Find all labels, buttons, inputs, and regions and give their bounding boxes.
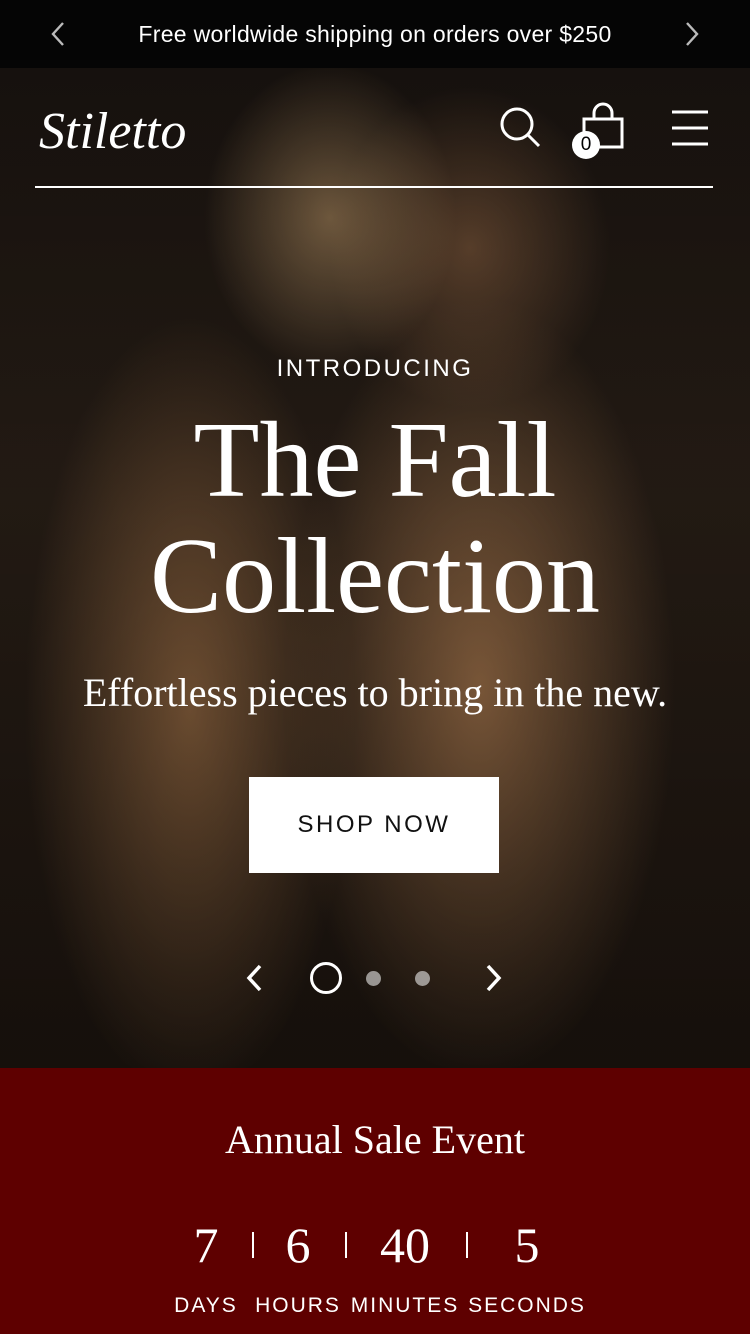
slide-dot-3[interactable]	[415, 971, 430, 986]
menu-button[interactable]	[670, 104, 716, 150]
chevron-right-icon	[486, 964, 502, 992]
hamburger-menu-icon	[672, 110, 708, 146]
search-icon	[500, 107, 541, 148]
countdown-minutes-label: MINUTES	[350, 1294, 460, 1317]
hero-headline-line2: Collection	[150, 517, 600, 636]
search-button[interactable]	[497, 104, 543, 150]
announcement-bar: Free worldwide shipping on orders over $…	[0, 0, 750, 68]
sale-countdown-section: Annual Sale Event 7 6 40 5 DAYS HOURS MI…	[0, 1068, 750, 1334]
cart-count-badge: 0	[572, 131, 600, 159]
site-header: Stiletto 0	[35, 68, 713, 188]
hero-copy: INTRODUCING The Fall Collection Effortle…	[0, 355, 750, 716]
slider-controls	[0, 955, 750, 1001]
chevron-left-icon	[246, 964, 262, 992]
shop-now-button[interactable]: SHOP NOW	[249, 777, 499, 873]
announcement-next-button[interactable]	[662, 0, 722, 68]
slide-dot-2[interactable]	[366, 971, 381, 986]
announcement-prev-button[interactable]	[28, 0, 88, 68]
slide-prev-button[interactable]	[236, 959, 272, 997]
chevron-right-icon	[686, 22, 699, 46]
hero-headline: The Fall Collection	[0, 403, 750, 635]
hero-subline: Effortless pieces to bring in the new.	[82, 670, 668, 715]
slide-next-button[interactable]	[476, 959, 512, 997]
chevron-left-icon	[51, 22, 64, 46]
hero-eyebrow: INTRODUCING	[276, 355, 474, 382]
announcement-text: Free worldwide shipping on orders over $…	[138, 20, 612, 47]
countdown-minutes-value: 40	[380, 1217, 430, 1273]
countdown-seconds-value: 5	[514, 1217, 540, 1273]
sale-title: Annual Sale Event	[225, 1117, 525, 1162]
svg-text:Stiletto: Stiletto	[39, 103, 186, 160]
countdown-seconds-label: SECONDS	[468, 1294, 586, 1317]
hero-headline-line1: The Fall	[193, 401, 557, 520]
stiletto-logo[interactable]: Stiletto	[35, 94, 200, 164]
slide-dot-1[interactable]	[310, 962, 342, 994]
